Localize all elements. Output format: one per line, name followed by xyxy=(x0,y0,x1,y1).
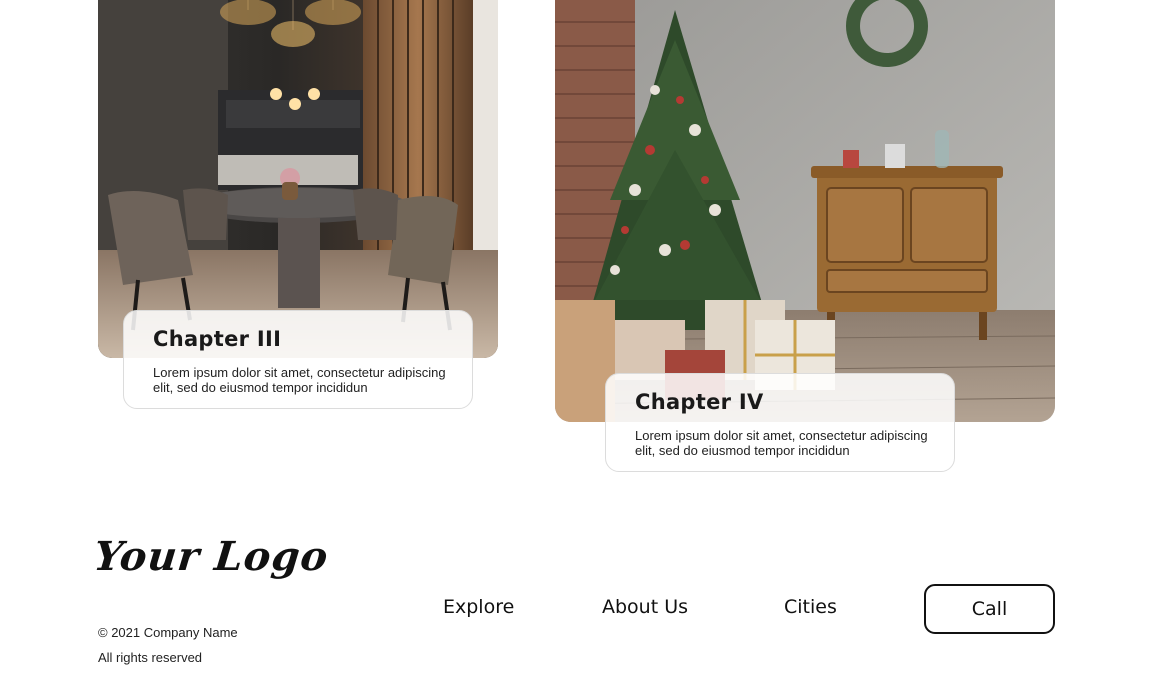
copyright-rights: All rights reserved xyxy=(98,650,203,665)
copyright-company: © 2021 Company Name xyxy=(98,625,238,640)
nav-link-explore[interactable]: Explore xyxy=(443,596,514,618)
call-button[interactable]: Call xyxy=(924,584,1055,634)
copyright: © 2021 Company Name All rights reserved xyxy=(98,620,238,670)
page: Chapter III Lorem ipsum dolor sit amet, … xyxy=(0,0,1152,700)
chapter-card[interactable]: Chapter III Lorem ipsum dolor sit amet, … xyxy=(123,310,473,409)
christmas-tree-photo xyxy=(555,0,1055,422)
chapter-title: Chapter IV xyxy=(635,390,764,414)
dining-room-photo xyxy=(98,0,498,358)
nav-link-cities[interactable]: Cities xyxy=(784,596,837,618)
chapter-description: Lorem ipsum dolor sit amet, consectetur … xyxy=(635,428,928,458)
nav-link-about-us[interactable]: About Us xyxy=(602,596,688,618)
chapter-card[interactable]: Chapter IV Lorem ipsum dolor sit amet, c… xyxy=(605,373,955,472)
chapter-title: Chapter III xyxy=(153,327,282,351)
chapter-description: Lorem ipsum dolor sit amet, consectetur … xyxy=(153,365,446,395)
site-logo[interactable]: Your Logo xyxy=(92,533,331,580)
